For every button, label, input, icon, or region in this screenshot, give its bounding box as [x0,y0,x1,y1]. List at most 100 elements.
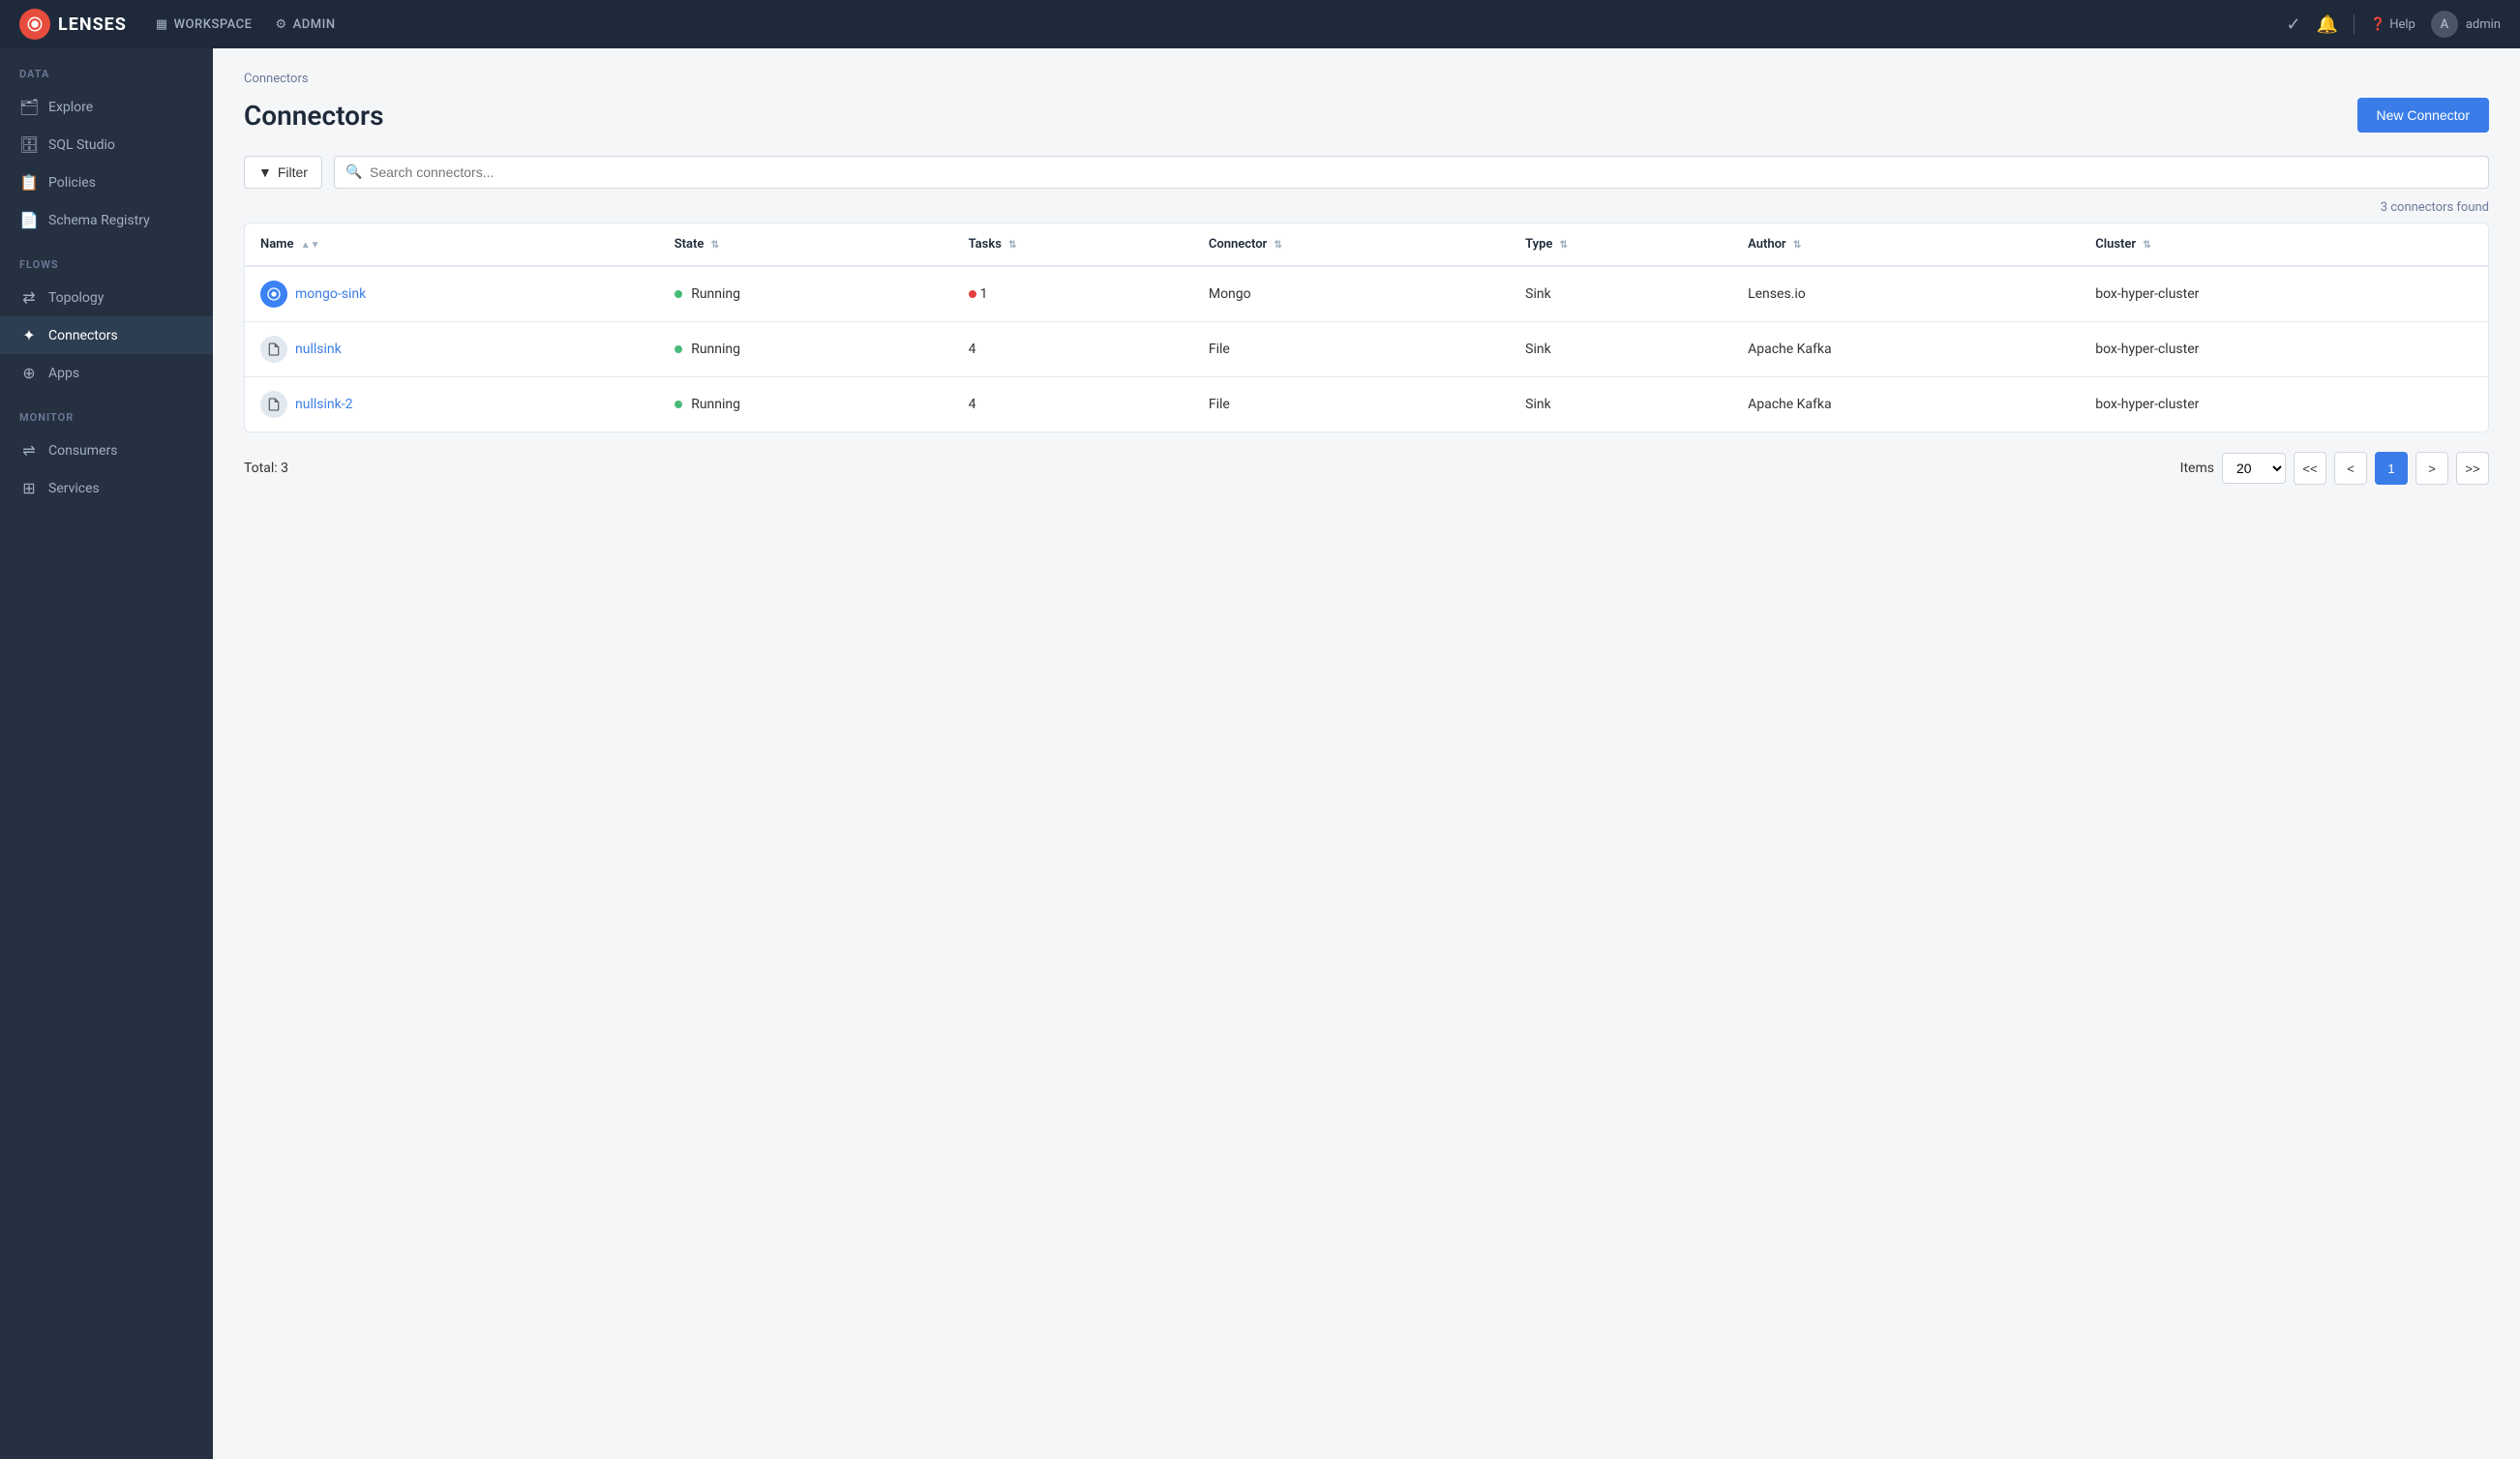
cell-name: nullsink [245,322,659,377]
sidebar-item-sql-studio[interactable]: 🗄 SQL Studio [0,126,213,164]
col-name[interactable]: Name ▲▼ [245,223,659,266]
sidebar-item-label: Explore [48,100,93,115]
status-dot [675,401,682,408]
state-label: Running [691,342,740,357]
cell-author: Apache Kafka [1732,322,2080,377]
col-connector[interactable]: Connector ⇅ [1193,223,1510,266]
col-author[interactable]: Author ⇅ [1732,223,2080,266]
cell-tasks: 4 [953,322,1193,377]
workspace-nav[interactable]: ▦ WORKSPACE [156,17,253,32]
connector-icon [260,336,287,363]
sort-icon-connector: ⇅ [1274,240,1281,251]
connector-link[interactable]: mongo-sink [260,281,644,308]
sidebar-item-connectors[interactable]: ✦ Connectors [0,316,213,354]
page-title: Connectors [244,100,383,132]
connectors-icon: ✦ [19,326,39,344]
connector-name: nullsink [295,342,342,357]
col-state[interactable]: State ⇅ [659,223,953,266]
pagination-next-button[interactable]: > [2415,452,2448,485]
sidebar-item-explore[interactable]: 🗂 Explore [0,88,213,126]
bell-icon[interactable]: 🔔 [2317,15,2338,35]
col-tasks[interactable]: Tasks ⇅ [953,223,1193,266]
sort-icon-cluster: ⇅ [2143,240,2150,251]
main-layout: DATA 🗂 Explore 🗄 SQL Studio 📋 Policies 📄… [0,48,2520,1459]
sidebar-item-label: Policies [48,175,96,191]
cell-type: Sink [1510,266,1732,322]
cell-author: Apache Kafka [1732,377,2080,432]
admin-nav[interactable]: ⚙ ADMIN [276,17,336,32]
schema-registry-icon: 📄 [19,211,39,229]
task-error-dot [969,290,976,298]
sidebar-item-apps[interactable]: ⊕ Apps [0,354,213,392]
pagination-controls: Items 20 50 100 << < 1 > >> [2180,452,2489,485]
user-menu[interactable]: A admin [2431,11,2501,38]
sidebar-section-data: DATA 🗂 Explore 🗄 SQL Studio 📋 Policies 📄… [0,48,213,239]
connector-icon [260,391,287,418]
status-dot [675,290,682,298]
workspace-label: WORKSPACE [174,17,253,32]
sidebar-item-label: Topology [48,290,104,306]
sidebar-item-schema-registry[interactable]: 📄 Schema Registry [0,201,213,239]
breadcrumb: Connectors [244,72,2489,86]
pagination-first-button[interactable]: << [2294,452,2326,485]
cell-state: Running [659,322,953,377]
topbar: LENSES ▦ WORKSPACE ⚙ ADMIN ✓ 🔔 ❓ Help A … [0,0,2520,48]
sidebar-item-topology[interactable]: ⇄ Topology [0,279,213,316]
cell-author: Lenses.io [1732,266,2080,322]
explore-icon: 🗂 [19,98,39,116]
filter-icon: ▼ [258,164,272,180]
state-label: Running [691,286,740,302]
check-icon[interactable]: ✓ [2287,15,2301,35]
avatar: A [2431,11,2458,38]
cell-type: Sink [1510,322,1732,377]
logo-text: LENSES [58,15,127,35]
consumers-icon: ⇌ [19,441,39,460]
state-label: Running [691,397,740,412]
cell-cluster: box-hyper-cluster [2080,322,2488,377]
workspace-icon: ▦ [156,17,168,32]
connector-link[interactable]: nullsink [260,336,644,363]
cell-connector: Mongo [1193,266,1510,322]
table-row: mongo-sink Running 1 Mongo Sink Lenses.i… [245,266,2488,322]
cell-cluster: box-hyper-cluster [2080,377,2488,432]
filter-button[interactable]: ▼ Filter [244,156,322,189]
sidebar-item-label: SQL Studio [48,137,115,153]
sidebar-item-consumers[interactable]: ⇌ Consumers [0,432,213,469]
sort-icon-name: ▲▼ [301,240,320,251]
apps-icon: ⊕ [19,364,39,382]
help-label: Help [2389,17,2415,32]
sidebar-item-services[interactable]: ⊞ Services [0,469,213,507]
topbar-right: ✓ 🔔 ❓ Help A admin [2287,11,2502,38]
connector-name: mongo-sink [295,286,366,302]
help-icon: ❓ [2370,17,2385,32]
sidebar-item-label: Connectors [48,328,118,343]
sort-icon-state: ⇅ [711,240,719,251]
logo-area[interactable]: LENSES [19,9,127,40]
sidebar-item-label: Apps [48,366,79,381]
filter-bar: ▼ Filter 🔍 [244,156,2489,189]
pagination-last-button[interactable]: >> [2456,452,2489,485]
table-header-row: Name ▲▼ State ⇅ Tasks ⇅ Connector ⇅ Type… [245,223,2488,266]
col-cluster[interactable]: Cluster ⇅ [2080,223,2488,266]
cell-tasks: 4 [953,377,1193,432]
cell-cluster: box-hyper-cluster [2080,266,2488,322]
username: admin [2466,17,2501,32]
sidebar-section-flows: FLOWS ⇄ Topology ✦ Connectors ⊕ Apps [0,239,213,392]
pagination-bar: Total: 3 Items 20 50 100 << < 1 > >> [244,452,2489,485]
policies-icon: 📋 [19,173,39,192]
connector-link[interactable]: nullsink-2 [260,391,644,418]
pagination-prev-button[interactable]: < [2334,452,2367,485]
sidebar: DATA 🗂 Explore 🗄 SQL Studio 📋 Policies 📄… [0,48,213,1459]
items-per-page-select[interactable]: 20 50 100 [2222,453,2286,484]
sidebar-item-policies[interactable]: 📋 Policies [0,164,213,201]
pagination-page1-button[interactable]: 1 [2375,452,2408,485]
help-button[interactable]: ❓ Help [2370,17,2415,32]
cell-type: Sink [1510,377,1732,432]
new-connector-button[interactable]: New Connector [2357,98,2490,133]
sidebar-item-label: Schema Registry [48,213,150,228]
admin-icon: ⚙ [276,17,287,32]
cell-connector: File [1193,322,1510,377]
page-header: Connectors New Connector [244,98,2489,133]
col-type[interactable]: Type ⇅ [1510,223,1732,266]
search-input[interactable] [334,156,2489,189]
